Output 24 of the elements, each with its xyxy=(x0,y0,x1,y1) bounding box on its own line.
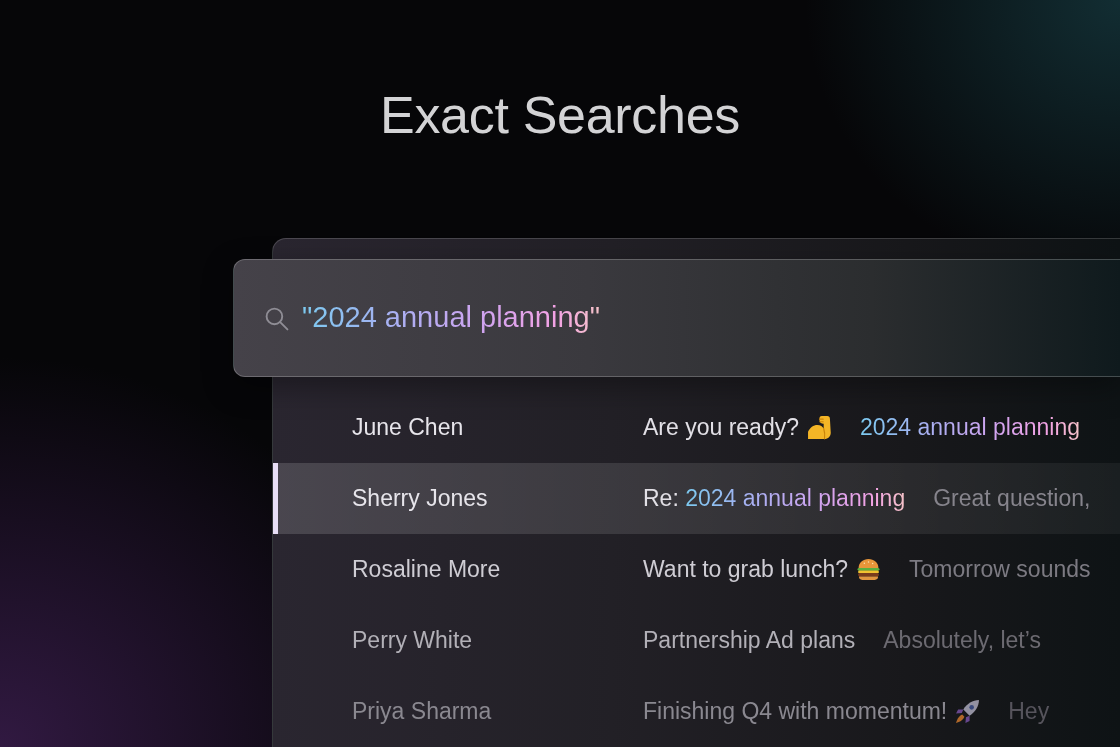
sender-name: Perry White xyxy=(352,626,474,656)
message-preview: Great question, xyxy=(933,484,1091,514)
search-field[interactable]: "2024 annual planning" xyxy=(233,259,1120,377)
burger-icon xyxy=(856,557,881,582)
message-subject: Finishing Q4 with momentum! xyxy=(643,697,948,727)
message-row[interactable]: Rosaline More Want to grab lunch? Tomorrow sounds xyxy=(273,534,1120,605)
message-row[interactable]: Sherry Jones Re: 2024 annual planning Great question, xyxy=(273,463,1120,534)
message-row[interactable]: June Chen Are you ready? 2024 annual planning xyxy=(273,392,1120,463)
sender-name: Rosaline More xyxy=(352,555,502,585)
message-row[interactable]: Perry White Partnership Ad plans Absolutely, let’s xyxy=(273,605,1120,676)
message-subject: Partnership Ad plans xyxy=(643,626,856,656)
sender-name: June Chen xyxy=(352,413,465,443)
message-subject: Are you ready? xyxy=(643,413,799,443)
sender-name: Sherry Jones xyxy=(352,484,489,514)
search-icon xyxy=(264,305,289,331)
page-title: Exact Searches xyxy=(380,84,740,146)
message-row[interactable]: Priya Sharma Finishing Q4 with momentum! Hey xyxy=(273,676,1120,747)
message-preview: Tomorrow sounds xyxy=(909,555,1091,585)
message-preview: Absolutely, let’s xyxy=(883,626,1041,656)
flexed-arm-icon xyxy=(807,415,832,440)
message-subject: Want to grab lunch? xyxy=(643,555,848,585)
sender-name: Priya Sharma xyxy=(352,697,493,727)
message-preview: Hey xyxy=(1008,697,1050,727)
rocket-icon xyxy=(955,699,981,724)
